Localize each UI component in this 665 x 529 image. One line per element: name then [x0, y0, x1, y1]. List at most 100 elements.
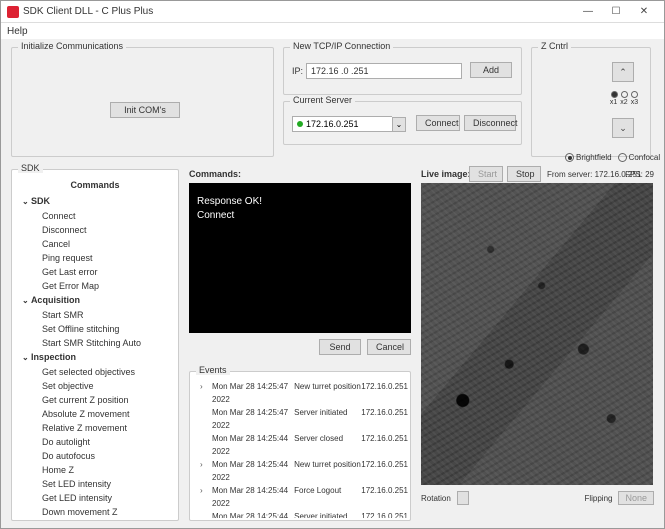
mode-brightfield-radio[interactable]: Brightfield — [565, 153, 612, 162]
event-msg: Server closed — [294, 432, 361, 458]
send-button[interactable]: Send — [319, 339, 361, 355]
event-ip: 172.16.0.251 — [361, 406, 408, 432]
group-sdk-tree: SDK Commands SDKConnectDisconnectCancelP… — [11, 169, 179, 521]
tree-item[interactable]: Disconnect — [42, 223, 172, 237]
maximize-icon: ☐ — [612, 6, 621, 17]
tree-item[interactable]: Get current Z position — [42, 393, 172, 407]
tree-item[interactable]: Get selected objectives — [42, 365, 172, 379]
window-title: SDK Client DLL - C Plus Plus — [23, 6, 153, 17]
flipping-label: Flipping — [584, 494, 612, 503]
event-time: Mon Mar 28 14:25:44 2022 — [212, 510, 294, 518]
tree-item[interactable]: Start SMR — [42, 308, 172, 322]
event-row[interactable]: Mon Mar 28 14:25:44 2022Server closed172… — [192, 432, 408, 458]
init-coms-button[interactable]: Init COM's — [110, 102, 180, 118]
tree-item[interactable]: Connect — [42, 209, 172, 223]
live-image — [421, 183, 653, 485]
tree-item[interactable]: Cancel — [42, 237, 172, 251]
live-image-label: Live image: — [421, 169, 471, 179]
tree-item[interactable]: Ping request — [42, 251, 172, 265]
tree-item[interactable]: Do autolight — [42, 435, 172, 449]
flipping-value[interactable]: None — [618, 491, 654, 505]
z-speed-selector: x1 x2 x3 — [602, 88, 646, 106]
tree-item[interactable]: Get LED intensity — [42, 491, 172, 505]
tree-group[interactable]: Inspection — [22, 350, 172, 365]
events-list[interactable]: ›Mon Mar 28 14:25:47 2022New turret posi… — [192, 380, 408, 518]
chevron-down-icon: ⌄ — [619, 123, 627, 134]
tree-group[interactable]: SDK — [22, 194, 172, 209]
event-msg: New turret position — [294, 380, 361, 406]
z-speed-x3-dot[interactable] — [631, 91, 638, 98]
ip-label: IP: — [292, 66, 303, 76]
event-time: Mon Mar 28 14:25:47 2022 — [212, 380, 294, 406]
minimize-button[interactable]: — — [574, 3, 602, 21]
ip-input[interactable] — [306, 63, 462, 79]
tree-item[interactable]: Set LED intensity — [42, 477, 172, 491]
z-speed-x1-dot[interactable] — [611, 91, 618, 98]
commands-label: Commands: — [189, 169, 241, 179]
group-z-cntrl-title: Z Cntrl — [538, 41, 571, 51]
tree-item[interactable]: Set objective — [42, 379, 172, 393]
tree-item[interactable]: Home Z — [42, 463, 172, 477]
disconnect-button[interactable]: Disconnect — [464, 115, 516, 131]
event-row[interactable]: › Mon Mar 28 14:25:44 2022New turret posi… — [192, 458, 408, 484]
status-dot-icon — [297, 121, 303, 127]
mode-confocal-radio[interactable]: Confocal — [618, 153, 661, 162]
close-button[interactable]: ✕ — [630, 3, 658, 21]
event-row[interactable]: ›Mon Mar 28 14:25:44 2022Force Logout172… — [192, 484, 408, 510]
expand-icon: › — [200, 458, 203, 471]
event-msg: Force Logout — [294, 484, 361, 510]
console-line: Connect — [197, 209, 403, 223]
add-button[interactable]: Add — [470, 62, 512, 78]
event-time: Mon Mar 28 14:25:47 2022 — [212, 406, 294, 432]
z-speed-x2-label: x2 — [620, 99, 627, 106]
tree-item[interactable]: Start SMR Stitching Auto — [42, 336, 172, 350]
group-tcpip-title: New TCP/IP Connection — [290, 41, 393, 51]
event-ip: 172.16.0.251 — [361, 484, 408, 510]
titlebar: SDK Client DLL - C Plus Plus — ☐ ✕ — [1, 1, 664, 23]
tree-item[interactable]: Relative Z movement — [42, 421, 172, 435]
maximize-button[interactable]: ☐ — [602, 3, 630, 21]
tree-item[interactable]: Set Offline stitching — [42, 322, 172, 336]
commands-tree[interactable]: Commands SDKConnectDisconnectCancelPing … — [14, 172, 176, 518]
event-row[interactable]: Mon Mar 28 14:25:44 2022Server initiated… — [192, 510, 408, 518]
current-server-combo[interactable]: 172.16.0.251 ⌄ — [292, 116, 406, 132]
z-down-button[interactable]: ⌄ — [612, 118, 634, 138]
tree-group[interactable]: Acquisition — [22, 293, 172, 308]
tree-item[interactable]: Get Error Map — [42, 279, 172, 293]
tree-item[interactable]: Get Last error — [42, 265, 172, 279]
connect-button[interactable]: Connect — [416, 115, 460, 131]
tree-item[interactable]: Down movement Z — [42, 505, 172, 518]
event-time: Mon Mar 28 14:25:44 2022 — [212, 432, 294, 458]
app-icon — [7, 6, 19, 18]
menubar: Help — [1, 23, 664, 39]
chevron-down-icon: ⌄ — [392, 117, 406, 132]
cancel-button[interactable]: Cancel — [367, 339, 411, 355]
event-msg: Server initiated — [294, 510, 361, 518]
commands-console: Response OK! Connect — [189, 183, 411, 333]
group-events-title: Events — [196, 365, 230, 375]
event-time: Mon Mar 28 14:25:44 2022 — [212, 484, 294, 510]
event-ip: 172.16.0.251 — [361, 432, 408, 458]
tree-item[interactable]: Absolute Z movement — [42, 407, 172, 421]
event-row[interactable]: Mon Mar 28 14:25:47 2022Server initiated… — [192, 406, 408, 432]
rotation-value[interactable] — [457, 491, 470, 505]
app-window: SDK Client DLL - C Plus Plus — ☐ ✕ Help … — [0, 0, 665, 529]
group-tcpip: New TCP/IP Connection IP: Add — [283, 47, 522, 95]
event-time: Mon Mar 28 14:25:44 2022 — [212, 458, 294, 484]
tree-item[interactable]: Do autofocus — [42, 449, 172, 463]
start-button[interactable]: Start — [469, 166, 503, 182]
event-ip: 172.16.0.251 — [361, 380, 408, 406]
z-speed-x3-label: x3 — [631, 99, 638, 106]
close-icon: ✕ — [640, 6, 648, 17]
stop-button[interactable]: Stop — [507, 166, 541, 182]
fps-readout: FPS: 29 — [625, 170, 654, 179]
z-speed-x2-dot[interactable] — [621, 91, 628, 98]
event-msg: New turret position — [294, 458, 361, 484]
menu-help[interactable]: Help — [7, 26, 28, 37]
expand-icon: › — [200, 380, 203, 393]
event-row[interactable]: › Mon Mar 28 14:25:47 2022New turret posi… — [192, 380, 408, 406]
z-up-button[interactable]: ⌃ — [612, 62, 634, 82]
group-current-server-title: Current Server — [290, 95, 355, 105]
content: Initialize Communications Init COM's New… — [1, 39, 664, 528]
group-init-comm: Initialize Communications Init COM's — [11, 47, 274, 157]
